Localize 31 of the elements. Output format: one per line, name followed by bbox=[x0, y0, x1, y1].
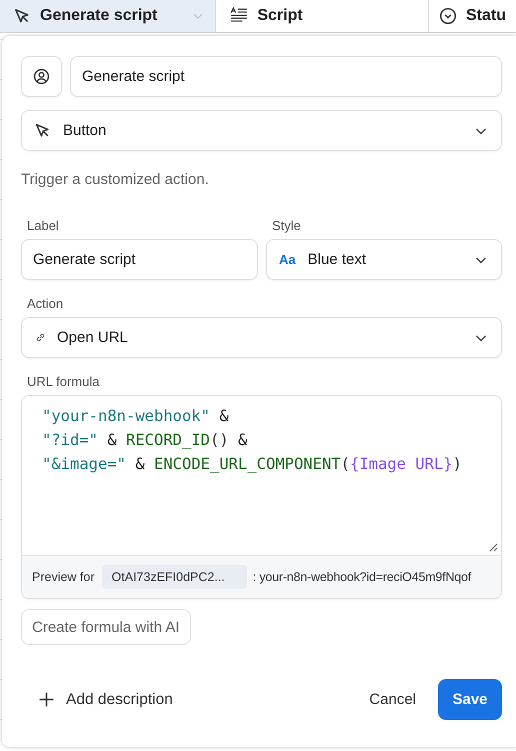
field-label: Style bbox=[272, 218, 301, 233]
cursor-icon bbox=[34, 122, 51, 139]
preview-label: Preview for bbox=[32, 570, 95, 584]
user-circle-icon bbox=[33, 68, 50, 85]
field-label: Action bbox=[27, 296, 64, 311]
add-description-button[interactable]: Add description bbox=[21, 690, 173, 708]
field-icon-button[interactable] bbox=[21, 56, 62, 97]
link-icon bbox=[34, 331, 47, 344]
formula-line: "your-n8n-webhook" & bbox=[42, 406, 229, 427]
field-label: URL formula bbox=[27, 374, 100, 389]
preview-value: : your-n8n-webhook?id=reciO45m9fNqof bbox=[252, 570, 472, 584]
column-header[interactable]: Generate script bbox=[0, 0, 216, 32]
label-input[interactable]: Generate script bbox=[21, 239, 258, 280]
field-type-select[interactable]: Button bbox=[21, 110, 502, 151]
cancel-button[interactable]: Cancel bbox=[369, 691, 416, 708]
record-chip[interactable]: OtAI73zEFI0dPC2... bbox=[102, 565, 247, 589]
ai-formula-button[interactable]: Create formula with AI bbox=[21, 609, 191, 645]
field-name-input[interactable]: Generate script bbox=[70, 56, 502, 97]
cursor-icon bbox=[13, 7, 31, 25]
action-select[interactable]: Open URL bbox=[21, 317, 502, 358]
description-text: Trigger a customized action. bbox=[21, 171, 210, 188]
resize-handle-icon bbox=[488, 542, 498, 552]
field-label: Label bbox=[27, 218, 59, 233]
style-sample-text: Aa bbox=[279, 252, 296, 267]
plus-icon bbox=[38, 691, 55, 708]
style-select[interactable]: Aa Blue text bbox=[266, 239, 502, 280]
formula-line: "?id=" & RECORD_ID() & bbox=[42, 430, 248, 451]
formula-editor[interactable]: "your-n8n-webhook" & "?id=" & RECORD_ID() & "&image=" & ENCODE_URL_COMPONENT({Image URL}) bbox=[22, 396, 501, 556]
chevron-circle-icon bbox=[439, 7, 457, 25]
save-button[interactable]: Save bbox=[438, 679, 502, 720]
formula-line: "&image=" & ENCODE_URL_COMPONENT({Image URL}) bbox=[42, 454, 462, 475]
